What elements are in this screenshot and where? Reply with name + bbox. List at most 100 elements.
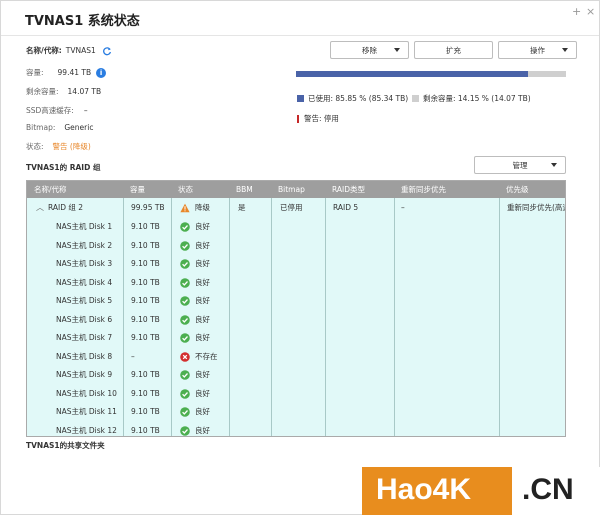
remove-button[interactable]: 移除	[330, 41, 409, 59]
table-row[interactable]: NAS主机 Disk 2 9.10 TB 良好	[27, 237, 565, 255]
system-status-window: TVNAS1 系统状态 + × 名称/代称: TVNAS1 容量: 99.41 …	[0, 0, 600, 515]
disk-capacity: 9.10 TB	[131, 388, 160, 398]
warning-marker	[297, 114, 299, 123]
used-legend: 已使用: 85.85 % (85.34 TB)	[297, 93, 408, 104]
disk-capacity: 9.10 TB	[131, 296, 160, 305]
column-header-status[interactable]: 状态	[171, 181, 193, 198]
chevron-down-icon	[562, 48, 568, 52]
table-row[interactable]: NAS主机 Disk 10 9.10 TB 良好	[27, 385, 565, 403]
ok-icon	[180, 314, 190, 325]
disk-name: NAS主机 Disk 7	[56, 333, 113, 342]
free-legend: 剩余容量: 14.15 % (14.07 TB)	[412, 93, 531, 104]
free-legend-text: 剩余容量: 14.15 % (14.07 TB)	[423, 94, 531, 103]
column-header-priority[interactable]: 优先级	[499, 181, 529, 198]
window-title: TVNAS1 系统状态	[25, 14, 140, 29]
disk-name: NAS主机 Disk 6	[56, 314, 113, 324]
ssd-cache-value: –	[83, 106, 88, 115]
raid-group-row[interactable]: ︿ RAID 组 2 99.95 TB 降级 是 已停用 RAID 5 – 重新…	[27, 199, 565, 217]
table-row[interactable]: NAS主机 Disk 6 9.10 TB 良好	[27, 311, 565, 329]
collapse-icon[interactable]: ︿	[36, 199, 44, 217]
column-header-bitmap[interactable]: Bitmap	[271, 181, 305, 198]
name-value: TVNAS1	[65, 46, 96, 55]
disk-status: 良好	[195, 388, 210, 398]
table-row[interactable]: NAS主机 Disk 11 9.10 TB 良好	[27, 403, 565, 421]
bitmap-label: Bitmap:	[26, 123, 56, 132]
disk-capacity: 9.10 TB	[131, 222, 160, 231]
group-bbm: 是	[238, 203, 246, 212]
disk-capacity: 9.10 TB	[131, 407, 160, 416]
status-label: 状态:	[26, 142, 44, 151]
disk-capacity: 9.10 TB	[131, 277, 160, 287]
disk-name: NAS主机 Disk 5	[56, 296, 113, 305]
table-row[interactable]: NAS主机 Disk 7 9.10 TB 良好	[27, 329, 565, 347]
disk-status: 良好	[195, 407, 210, 416]
watermark: Hao4K .CN	[362, 467, 600, 515]
manage-button-label: 管理	[512, 160, 528, 170]
disk-capacity: 9.10 TB	[131, 240, 160, 250]
table-row[interactable]: NAS主机 Disk 9 9.10 TB 良好	[27, 366, 565, 384]
ok-icon	[180, 425, 190, 436]
disk-name: NAS主机 Disk 1	[56, 222, 113, 231]
disk-name: NAS主机 Disk 11	[56, 407, 117, 416]
column-header-capacity[interactable]: 容量	[123, 181, 145, 198]
add-icon[interactable]: +	[572, 5, 581, 18]
info-icon[interactable]: i	[96, 67, 107, 78]
disk-status: 良好	[195, 314, 210, 324]
status-row: 状态: 警告 (降级)	[26, 141, 91, 152]
group-name: RAID 组 2	[48, 203, 84, 212]
ok-icon	[180, 222, 190, 232]
bitmap-row: Bitmap: Generic	[26, 123, 93, 132]
expand-button[interactable]: 扩充	[414, 41, 493, 59]
usage-bar-fill	[296, 71, 528, 77]
disk-name: NAS主机 Disk 9	[56, 370, 113, 379]
ssd-cache-label: SSD高速缓存:	[26, 106, 74, 115]
column-header-name[interactable]: 名称/代称	[27, 181, 67, 198]
name-row: 名称/代称: TVNAS1	[26, 45, 112, 56]
table-row[interactable]: NAS主机 Disk 4 9.10 TB 良好	[27, 274, 565, 292]
raid-table: 名称/代称 容量 状态 BBM Bitmap RAID类型 重新同步优先 优先级…	[26, 180, 566, 437]
ok-icon	[180, 296, 190, 306]
disk-status: 良好	[195, 277, 210, 287]
ok-icon	[180, 277, 190, 288]
usage-bar	[296, 71, 566, 77]
operation-button[interactable]: 操作	[498, 41, 577, 59]
column-header-resync[interactable]: 重新同步优先	[394, 181, 446, 198]
ok-icon	[180, 259, 190, 269]
column-header-bbm[interactable]: BBM	[229, 181, 253, 198]
table-row[interactable]: NAS主机 Disk 8 – 不存在	[27, 348, 565, 366]
disk-capacity: 9.10 TB	[131, 333, 160, 342]
disk-capacity: –	[131, 351, 135, 361]
table-row[interactable]: NAS主机 Disk 12 9.10 TB 良好	[27, 422, 565, 437]
free-value: 14.07 TB	[67, 87, 102, 96]
status-value: 警告 (降级)	[52, 142, 91, 151]
refresh-icon[interactable]	[102, 46, 112, 56]
warning-icon	[180, 203, 190, 213]
manage-button[interactable]: 管理	[474, 156, 566, 174]
disk-name: NAS主机 Disk 12	[56, 425, 117, 435]
table-row[interactable]: NAS主机 Disk 5 9.10 TB 良好	[27, 292, 565, 310]
free-row: 剩余容量: 14.07 TB	[26, 86, 101, 97]
group-bitmap: 已停用	[280, 203, 303, 212]
close-icon[interactable]: ×	[586, 5, 595, 18]
warning-legend: 警告: 停用	[297, 113, 339, 124]
free-swatch	[412, 95, 419, 102]
disk-status: 良好	[195, 259, 210, 268]
table-row[interactable]: NAS主机 Disk 3 9.10 TB 良好	[27, 255, 565, 273]
disk-name: NAS主机 Disk 2	[56, 240, 113, 250]
chevron-down-icon	[394, 48, 400, 52]
disk-status: 良好	[195, 222, 210, 231]
used-swatch	[297, 95, 304, 102]
watermark-brand: Hao4K	[376, 473, 472, 506]
column-header-raid-type[interactable]: RAID类型	[325, 181, 365, 198]
ok-icon	[180, 407, 190, 417]
shared-folder-section-title: TVNAS1的共享文件夹	[26, 441, 105, 450]
ok-icon	[180, 370, 190, 380]
used-legend-text: 已使用: 85.85 % (85.34 TB)	[308, 94, 409, 103]
capacity-value: 99.41 TB	[57, 68, 92, 77]
table-row[interactable]: NAS主机 Disk 1 9.10 TB 良好	[27, 218, 565, 236]
disk-status: 良好	[195, 296, 210, 305]
disk-name: NAS主机 Disk 8	[56, 351, 113, 361]
bitmap-value: Generic	[64, 123, 94, 132]
disk-capacity: 9.10 TB	[131, 370, 160, 379]
table-header: 名称/代称 容量 状态 BBM Bitmap RAID类型 重新同步优先 优先级	[27, 181, 565, 198]
